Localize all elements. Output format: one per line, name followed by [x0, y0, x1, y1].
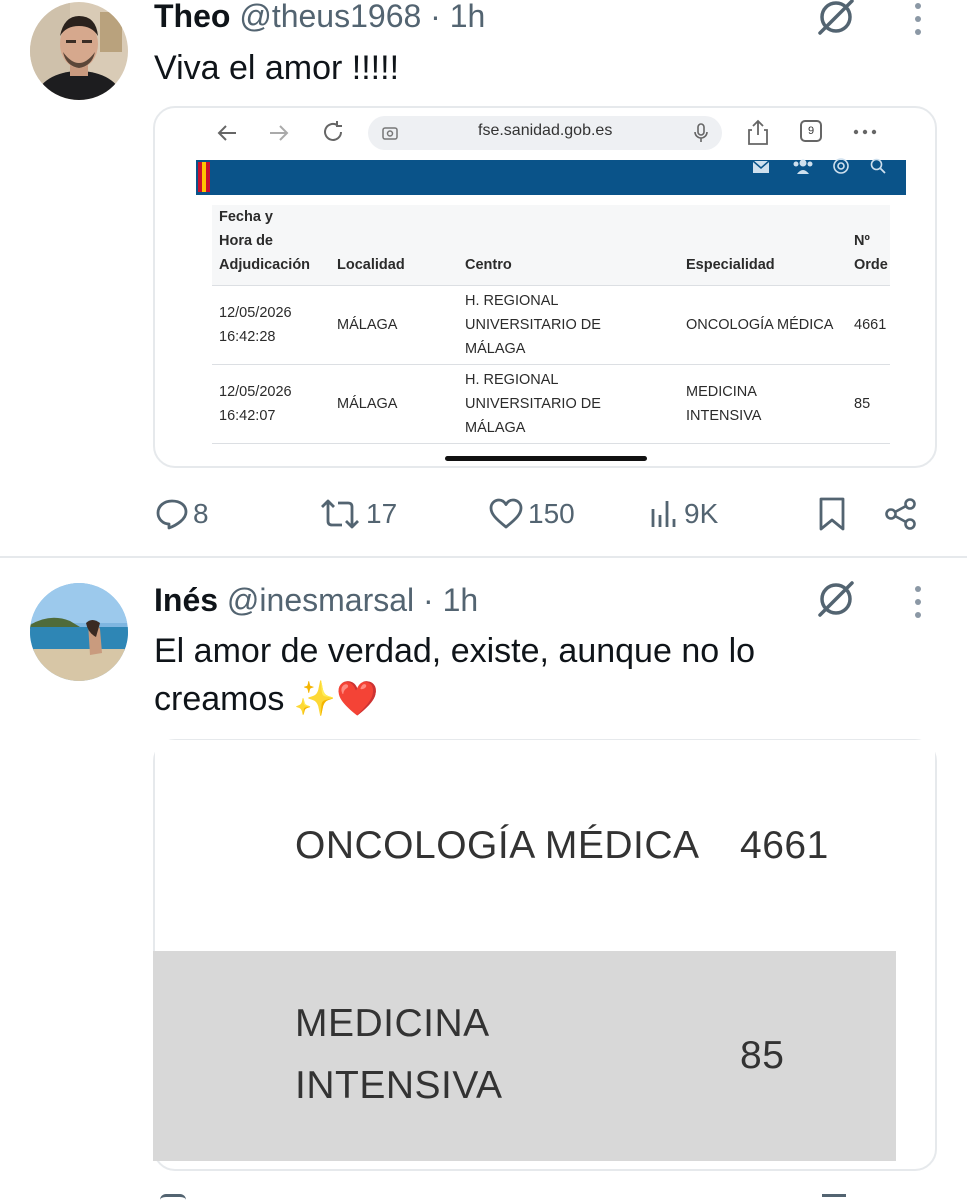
share-button[interactable]	[884, 494, 918, 534]
zoom-specialty: INTENSIVA	[295, 1064, 503, 1107]
action-bar: 8 17 150 9K	[0, 494, 967, 534]
cell-fecha: 12/05/2026 16:42:07	[212, 364, 330, 444]
tabs-icon: 9	[800, 120, 822, 142]
author-name[interactable]: Inés	[154, 582, 218, 618]
col-header-centro: Centro	[458, 205, 679, 286]
repost-count: 17	[366, 498, 398, 529]
media-card[interactable]	[153, 739, 937, 1171]
author-handle[interactable]: @inesmarsal	[227, 582, 414, 618]
zoom-specialty: ONCOLOGÍA MÉDICA	[295, 824, 700, 867]
home-indicator	[445, 456, 647, 461]
zoom-row-top	[155, 740, 935, 951]
reply-button[interactable]: 8	[155, 494, 209, 534]
tweet-theo[interactable]: Theo @theus1968 · 1h Viva el amor !!!!! …	[0, 0, 967, 556]
tweet-divider	[0, 556, 967, 558]
adjudication-table: Fecha y Hora de Adjudicación Localidad C…	[212, 205, 890, 444]
views-icon	[651, 501, 676, 527]
table-header-row: Fecha y Hora de Adjudicación Localidad C…	[212, 205, 890, 286]
tweet-header: Theo @theus1968 · 1h	[154, 0, 485, 34]
share-page-icon	[748, 119, 768, 145]
timestamp[interactable]: 1h	[450, 0, 486, 34]
col-header-orden: Nº Orde	[847, 205, 890, 286]
col-header-localidad: Localidad	[330, 205, 458, 286]
back-arrow-icon	[217, 125, 236, 141]
grok-icon[interactable]	[815, 0, 857, 38]
cell-localidad: MÁLAGA	[330, 364, 458, 444]
reply-icon[interactable]	[160, 1194, 186, 1200]
views-button[interactable]: 9K	[650, 494, 718, 534]
timestamp[interactable]: 1h	[443, 582, 479, 618]
zoom-number: 85	[740, 1034, 785, 1077]
cell-centro: H. REGIONAL UNIVERSITARIO DE MÁLAGA	[458, 364, 679, 444]
spain-flag-emblem	[198, 162, 210, 192]
search-icon	[870, 158, 886, 174]
avatar-photo-beach	[30, 583, 128, 681]
cell-especialidad: ONCOLOGÍA MÉDICA	[679, 285, 847, 365]
like-count: 150	[528, 498, 575, 529]
bookmark-icon	[819, 497, 845, 531]
cell-orden: 85	[847, 364, 890, 444]
avatar[interactable]	[30, 2, 128, 100]
cell-localidad: MÁLAGA	[330, 285, 458, 365]
reply-count: 8	[193, 498, 209, 529]
repost-button[interactable]: 17	[318, 494, 397, 534]
zoom-row-grey	[153, 951, 896, 1161]
tweet-text-line: creamos ✨❤️	[154, 680, 379, 718]
forward-arrow-icon	[270, 125, 289, 141]
table-row: 12/05/2026 16:42:28 MÁLAGA H. REGIONAL U…	[212, 285, 890, 365]
zoom-specialty: MEDICINA	[295, 1002, 490, 1045]
cell-fecha: 12/05/2026 16:42:28	[212, 285, 330, 365]
tweet-text: Viva el amor !!!!!	[154, 49, 400, 87]
tweet-text-line: El amor de verdad, existe, aunque no lo	[154, 632, 756, 670]
mail-icon	[752, 160, 770, 173]
author-handle[interactable]: @theus1968	[239, 0, 421, 34]
site-settings-icon	[382, 127, 398, 140]
avatar[interactable]	[30, 583, 128, 681]
col-header-especialidad: Especialidad	[679, 205, 847, 286]
more-vertical-icon[interactable]	[912, 0, 924, 40]
author-name[interactable]: Theo	[154, 0, 230, 34]
like-icon	[489, 498, 523, 529]
separator-dot: ·	[423, 582, 434, 618]
cell-centro: H. REGIONAL UNIVERSITARIO DE MÁLAGA	[458, 285, 679, 365]
share-icon	[885, 498, 916, 530]
zoom-number: 4661	[740, 824, 829, 867]
reply-icon	[156, 499, 188, 530]
cell-especialidad: MEDICINA INTENSIVA	[679, 364, 847, 444]
like-button[interactable]: 150	[488, 494, 575, 534]
avatar-photo-man	[30, 2, 128, 100]
overflow-icon	[853, 129, 877, 135]
people-icon	[793, 159, 813, 174]
mic-icon	[694, 123, 708, 142]
table-row: 12/05/2026 16:42:07 MÁLAGA H. REGIONAL U…	[212, 364, 890, 444]
grok-icon[interactable]	[815, 578, 857, 620]
tweet-header: Inés @inesmarsal · 1h	[154, 582, 478, 618]
url-text: fse.sanidad.gob.es	[478, 122, 613, 139]
repost-icon	[321, 499, 359, 529]
cell-orden: 4661	[847, 285, 890, 365]
col-header-fecha: Fecha y Hora de Adjudicación	[212, 205, 330, 286]
at-icon	[833, 158, 849, 174]
reload-icon	[324, 121, 342, 141]
bookmark-icon[interactable]	[822, 1194, 846, 1200]
views-count: 9K	[684, 498, 719, 529]
bookmark-button[interactable]	[818, 494, 846, 534]
separator-dot: ·	[430, 0, 441, 34]
more-vertical-icon[interactable]	[912, 583, 924, 623]
